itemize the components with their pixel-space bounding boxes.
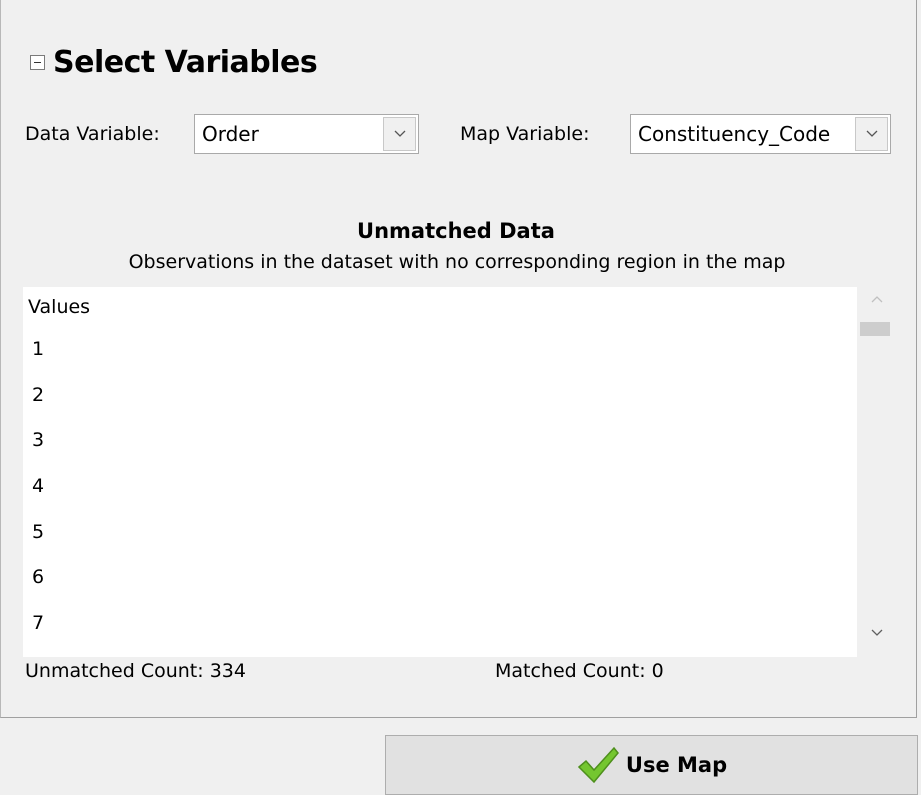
list-item[interactable]: 3 xyxy=(23,420,857,466)
vertical-scrollbar[interactable] xyxy=(857,287,896,657)
list-column-header: Values xyxy=(28,296,91,318)
unmatched-count: Unmatched Count: 334 xyxy=(25,660,246,682)
checkmark-icon xyxy=(577,746,619,784)
section-title: Select Variables xyxy=(53,44,318,80)
data-variable-value: Order xyxy=(202,122,259,146)
map-variable-dropdown[interactable]: Constituency_Code xyxy=(630,114,891,154)
data-variable-dropdown[interactable]: Order xyxy=(194,114,419,154)
list-item[interactable]: 4 xyxy=(23,466,857,512)
chevron-down-icon[interactable] xyxy=(383,117,416,151)
map-variable-label: Map Variable: xyxy=(460,123,590,145)
chevron-down-icon[interactable] xyxy=(855,117,888,151)
unmatched-values-list[interactable]: Values 1234567 xyxy=(23,287,896,657)
list-item[interactable]: 7 xyxy=(23,603,857,649)
list-item[interactable]: 6 xyxy=(23,557,857,603)
use-map-label: Use Map xyxy=(625,753,728,777)
unmatched-data-title: Unmatched Data xyxy=(357,219,555,243)
unmatched-data-subtitle: Observations in the dataset with no corr… xyxy=(128,251,786,273)
select-variables-panel: Select Variables Data Variable: Order Ma… xyxy=(0,0,917,718)
collapse-icon[interactable] xyxy=(30,54,45,70)
section-header: Select Variables xyxy=(30,42,318,82)
matched-count: Matched Count: 0 xyxy=(495,660,664,682)
list-item[interactable]: 2 xyxy=(23,375,857,421)
list-item[interactable]: 1 xyxy=(23,329,857,375)
scroll-thumb[interactable] xyxy=(860,322,890,336)
scroll-up-icon[interactable] xyxy=(857,295,896,315)
list-item[interactable]: 5 xyxy=(23,512,857,558)
data-variable-label: Data Variable: xyxy=(25,123,160,145)
scroll-down-icon[interactable] xyxy=(857,629,896,649)
use-map-button[interactable]: Use Map xyxy=(385,735,918,795)
unmatched-values-listbox[interactable]: Values 1234567 xyxy=(23,287,857,657)
map-variable-value: Constituency_Code xyxy=(638,122,831,146)
